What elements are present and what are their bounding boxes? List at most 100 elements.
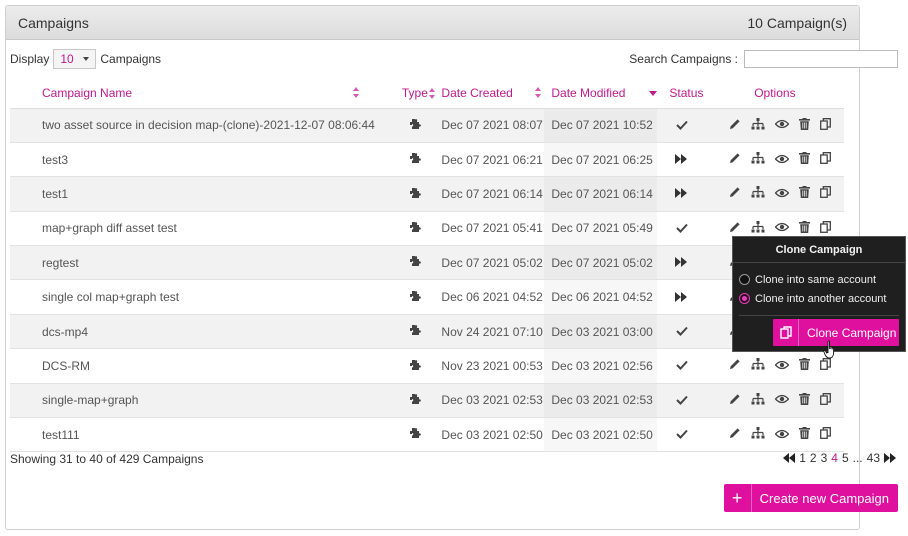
campaign-name[interactable]: two asset source in decision map-(clone)… <box>10 108 375 143</box>
trash-icon[interactable] <box>798 152 810 167</box>
clone-icon[interactable] <box>819 392 831 408</box>
campaigns-label: Campaigns <box>100 52 162 66</box>
status-cell <box>657 383 706 419</box>
panel-header: Campaigns 10 Campaign(s) <box>6 6 859 40</box>
campaign-count: 10 Campaign(s) <box>747 14 847 31</box>
edit-icon[interactable] <box>729 358 741 373</box>
date-created: Nov 23 2021 00:53 <box>435 348 545 384</box>
view-icon[interactable] <box>774 393 790 407</box>
showing-info: Showing 31 to 40 of 429 Campaigns <box>10 452 204 466</box>
campaign-name[interactable]: single-map+graph <box>10 383 375 419</box>
pagination-ellipsis: ... <box>852 451 863 465</box>
sitemap-icon[interactable] <box>751 117 765 133</box>
view-icon[interactable] <box>774 428 790 442</box>
edit-icon[interactable] <box>729 427 741 442</box>
col-date-created[interactable]: Date Created <box>435 78 545 109</box>
page-links: 12345 <box>799 451 848 465</box>
date-created: Dec 03 2021 02:50 <box>435 417 545 453</box>
col-campaign-name[interactable]: Campaign Name <box>10 78 375 109</box>
trash-icon[interactable] <box>798 220 810 236</box>
popover-divider <box>739 315 899 316</box>
edit-icon[interactable] <box>729 186 741 201</box>
campaign-name[interactable]: DCS-RM <box>10 348 375 384</box>
last-page-icon[interactable] <box>884 453 896 463</box>
puzzle-icon <box>409 221 422 236</box>
page-size-select[interactable]: 10 <box>53 49 97 69</box>
col-date-modified[interactable]: Date Modified <box>544 78 658 109</box>
view-icon[interactable] <box>774 221 790 235</box>
radio-same-account[interactable] <box>739 274 750 285</box>
date-modified: Dec 03 2021 02:53 <box>544 383 658 419</box>
puzzle-icon <box>409 290 422 305</box>
table-row: single col map+graph test Dec 06 2021 04:… <box>10 279 844 315</box>
status-cell <box>657 211 706 247</box>
date-created: Dec 07 2021 06:21 <box>435 142 545 178</box>
trash-icon[interactable] <box>798 427 810 442</box>
sitemap-icon[interactable] <box>751 152 765 167</box>
page-link-last[interactable]: 43 <box>867 451 880 465</box>
view-icon[interactable] <box>774 359 790 373</box>
first-page-icon[interactable] <box>783 453 796 463</box>
sitemap-icon[interactable] <box>751 186 765 201</box>
check-icon <box>675 428 688 442</box>
clone-button-label: Clone Campaign <box>807 325 897 340</box>
campaign-name[interactable]: dcs-mp4 <box>10 314 375 350</box>
campaign-name[interactable]: test1 <box>10 176 375 212</box>
date-created: Dec 07 2021 06:14 <box>435 176 545 212</box>
date-modified: Dec 07 2021 05:02 <box>544 245 658 281</box>
page-link[interactable]: 2 <box>810 451 817 465</box>
table-row: two asset source in decision map-(clone)… <box>10 108 844 143</box>
date-modified: Dec 03 2021 02:50 <box>544 417 658 453</box>
sitemap-icon[interactable] <box>751 358 765 373</box>
clone-icon[interactable] <box>819 186 831 201</box>
trash-icon[interactable] <box>798 186 810 201</box>
view-icon[interactable] <box>774 153 790 167</box>
check-icon <box>675 325 688 339</box>
page-size-control: Display 10 Campaigns <box>10 49 161 69</box>
sitemap-icon[interactable] <box>751 392 765 408</box>
campaign-name[interactable]: map+graph diff asset test <box>10 211 375 247</box>
status-cell <box>657 108 706 143</box>
radio-another-account[interactable] <box>739 293 750 304</box>
view-icon[interactable] <box>774 118 790 132</box>
options-cell <box>705 417 844 453</box>
col-options: Options <box>705 78 844 109</box>
trash-icon[interactable] <box>798 117 810 133</box>
trash-icon[interactable] <box>798 358 810 373</box>
trash-icon[interactable] <box>798 392 810 408</box>
status-cell <box>657 279 706 315</box>
edit-icon[interactable] <box>729 221 741 236</box>
sitemap-icon[interactable] <box>751 220 765 236</box>
page-link[interactable]: 4 <box>831 451 838 465</box>
campaign-name[interactable]: regtest <box>10 245 375 281</box>
clone-icon[interactable] <box>819 152 831 167</box>
edit-icon[interactable] <box>729 118 741 133</box>
table-row: test3 Dec 07 2021 06:21 Dec 07 2021 06:25 <box>10 142 844 178</box>
edit-icon[interactable] <box>729 152 741 167</box>
clone-icon[interactable] <box>819 117 831 133</box>
edit-icon[interactable] <box>729 393 741 408</box>
sitemap-icon[interactable] <box>751 427 765 442</box>
date-created: Dec 07 2021 05:02 <box>435 245 545 281</box>
campaign-name[interactable]: test111 <box>10 417 375 453</box>
option-same-label: Clone into same account <box>755 273 877 286</box>
page-link[interactable]: 3 <box>821 451 828 465</box>
chevron-down-icon <box>83 57 90 61</box>
campaign-name[interactable]: single col map+graph test <box>10 279 375 315</box>
clone-icon[interactable] <box>819 427 831 442</box>
search-input[interactable] <box>744 50 898 68</box>
clone-same-account-option[interactable]: Clone into same account <box>733 270 905 289</box>
check-icon <box>675 222 688 236</box>
type-cell <box>374 279 436 315</box>
col-type[interactable]: Type <box>374 78 436 109</box>
view-icon[interactable] <box>774 187 790 201</box>
campaign-name[interactable]: test3 <box>10 142 375 178</box>
page-link[interactable]: 5 <box>842 451 849 465</box>
fast-forward-icon <box>675 187 688 201</box>
clone-icon[interactable] <box>819 358 831 373</box>
create-campaign-button[interactable]: + Create new Campaign <box>723 484 898 512</box>
page-link[interactable]: 1 <box>799 451 806 465</box>
clone-another-account-option[interactable]: Clone into another account <box>733 289 905 308</box>
table-header-row: Campaign Name Type Date Created Date Mod… <box>10 78 844 109</box>
clone-icon[interactable] <box>819 220 831 236</box>
